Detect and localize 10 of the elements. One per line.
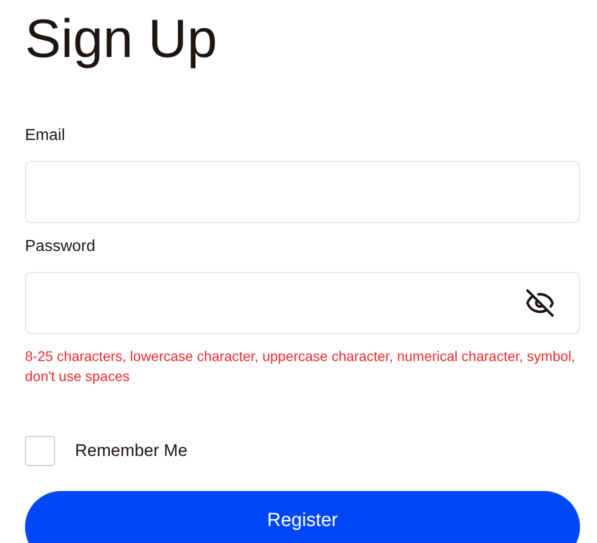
- field-label: Email: [25, 126, 66, 146]
- page-title: Sign Up: [25, 12, 218, 66]
- input-field[interactable]: [25, 161, 580, 223]
- field-label: Password: [25, 237, 96, 257]
- password-hint: 8-25 characters, lowercase character, uppercase character, numerical character, symbol, don't use spaces: [25, 347, 576, 386]
- input-field[interactable]: [25, 272, 580, 334]
- register-button[interactable]: Register: [25, 491, 580, 543]
- remember-label: Remember Me: [75, 440, 188, 462]
- checkbox[interactable]: [25, 436, 55, 466]
- hide-password-icon[interactable]: [525, 288, 555, 318]
